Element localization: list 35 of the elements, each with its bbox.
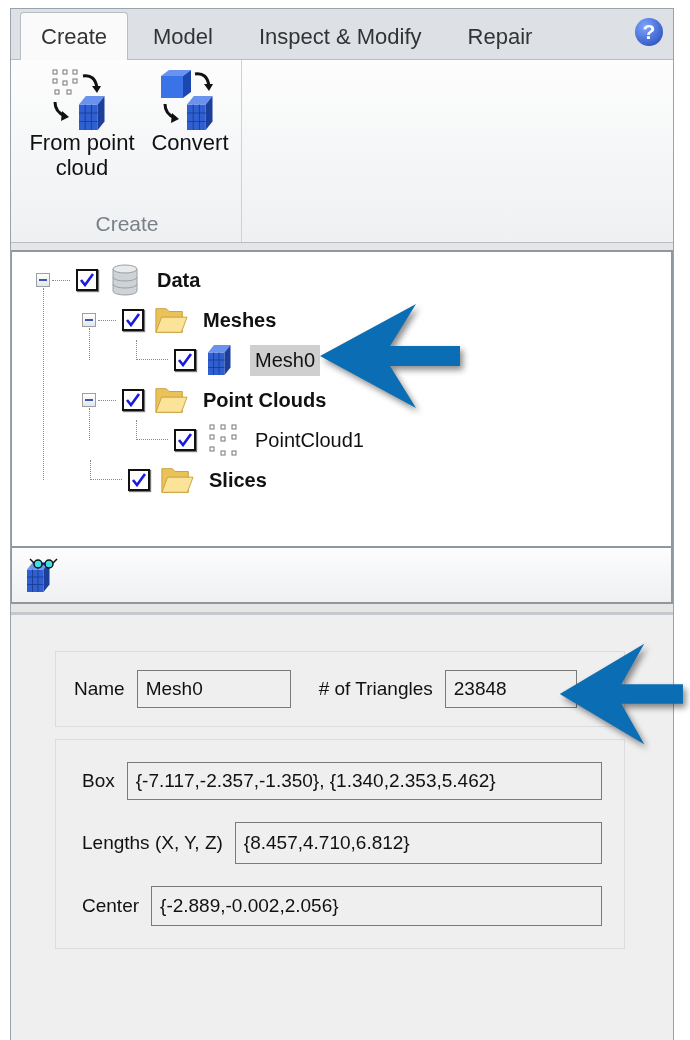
field-label: Center	[82, 895, 140, 917]
lengths-field[interactable]: {8.457,4.710,6.812}	[234, 822, 602, 864]
point-cloud-icon	[207, 423, 239, 457]
tree-item-label[interactable]: Meshes	[198, 304, 282, 336]
tree-item-label[interactable]: Data	[152, 264, 206, 296]
mesh-glasses-icon[interactable]	[26, 557, 60, 593]
checkbox[interactable]	[128, 469, 150, 491]
tree-item-label[interactable]: Mesh0	[250, 344, 321, 376]
collapse-icon[interactable]	[82, 393, 96, 407]
checkbox[interactable]	[122, 389, 144, 411]
tree-item-label[interactable]: PointCloud1	[250, 424, 369, 456]
checkbox[interactable]	[174, 349, 196, 371]
group-label: Create	[95, 212, 159, 237]
field-label: # of Triangles	[318, 678, 433, 700]
triangles-field[interactable]: 23848	[444, 670, 577, 708]
ribbon-button[interactable]: Convert	[147, 66, 233, 155]
ribbon-tab[interactable]: Create	[20, 12, 129, 60]
collapse-icon[interactable]	[36, 273, 50, 287]
ribbon-tab[interactable]: Inspect & Modify	[237, 12, 443, 60]
ribbon-button[interactable]: From point cloud	[21, 66, 143, 180]
checkbox[interactable]	[122, 309, 144, 331]
tree-item-label[interactable]: Slices	[204, 464, 272, 496]
collapse-icon[interactable]	[82, 313, 96, 327]
database-icon	[111, 264, 139, 296]
ribbon-tab[interactable]: Model	[132, 12, 234, 60]
name-field[interactable]: Mesh0	[136, 670, 291, 708]
tree-item-label[interactable]: Point Clouds	[198, 384, 332, 416]
box-field[interactable]: {-7.117,-2.357,-1.350}, {1.340,2.353,5.462}	[126, 762, 602, 800]
ribbon-tab[interactable]: Repair	[446, 12, 554, 60]
field-label: Lengths (X, Y, Z)	[82, 832, 223, 854]
field-label: Name	[74, 678, 125, 700]
checkbox[interactable]	[174, 429, 196, 451]
checkbox[interactable]	[76, 269, 98, 291]
field-label: Box	[82, 770, 115, 792]
center-field[interactable]: {-2.889,-0.002,2.056}	[151, 886, 602, 926]
